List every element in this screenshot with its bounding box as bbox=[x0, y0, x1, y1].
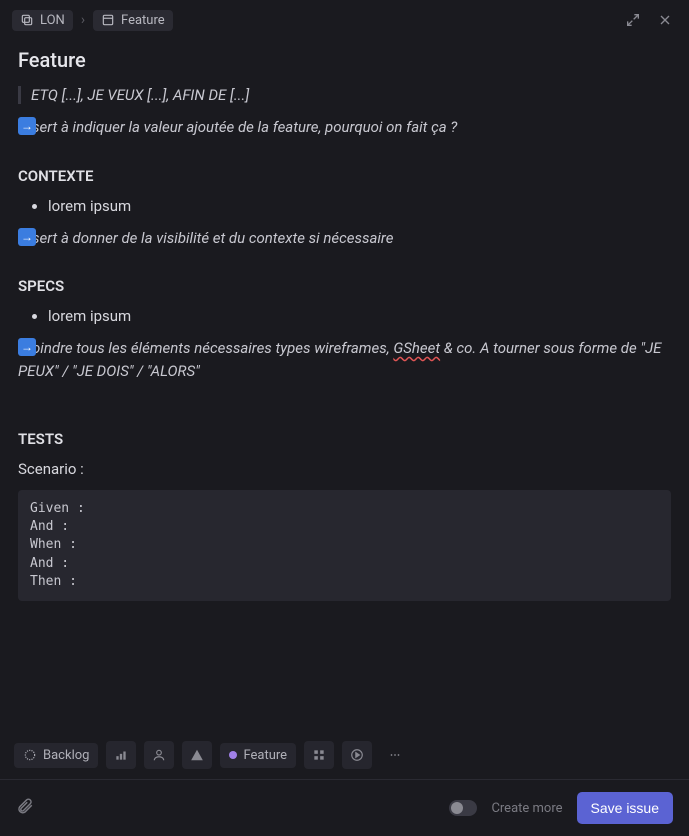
warning-icon bbox=[190, 748, 204, 762]
intro-note-text: sert à indiquer la valeur ajoutée de la … bbox=[32, 118, 457, 136]
specs-note[interactable]: oindre tous les éléments nécessaires typ… bbox=[18, 337, 671, 382]
create-more-toggle[interactable] bbox=[449, 800, 477, 816]
specs-list[interactable]: lorem ipsum bbox=[18, 307, 671, 325]
backlog-icon bbox=[23, 748, 37, 762]
close-button[interactable] bbox=[653, 8, 677, 32]
breadcrumb-template[interactable]: Feature bbox=[93, 10, 173, 31]
contexte-list[interactable]: lorem ipsum bbox=[18, 197, 671, 215]
arrow-emoji-icon bbox=[18, 338, 36, 356]
dependency-button[interactable] bbox=[304, 741, 334, 769]
template-icon bbox=[101, 13, 115, 27]
label-text: Feature bbox=[243, 748, 287, 763]
breadcrumb-workspace[interactable]: LON bbox=[12, 10, 73, 31]
close-icon bbox=[657, 12, 673, 28]
contexte-note-text: sert à donner de la visibilité et du con… bbox=[32, 229, 393, 247]
intro-note[interactable]: sert à indiquer la valeur ajoutée de la … bbox=[18, 116, 671, 139]
list-item[interactable]: lorem ipsum bbox=[48, 197, 671, 215]
project-button[interactable] bbox=[182, 741, 212, 769]
priority-icon bbox=[114, 748, 128, 762]
status-label: Backlog bbox=[43, 748, 89, 763]
dots-icon bbox=[388, 748, 402, 762]
grid-icon bbox=[312, 748, 326, 762]
status-pill[interactable]: Backlog bbox=[14, 743, 98, 768]
specs-note-pre: oindre tous les éléments nécessaires typ… bbox=[32, 339, 393, 357]
tests-heading[interactable]: TESTS bbox=[18, 430, 671, 448]
scenario-codeblock[interactable]: Given : And : When : And : Then : bbox=[18, 490, 671, 601]
breadcrumb-bar: LON › Feature bbox=[0, 0, 689, 40]
save-issue-button[interactable]: Save issue bbox=[577, 792, 673, 824]
properties-bar: Backlog Feature bbox=[0, 730, 689, 779]
create-more-label: Create more bbox=[491, 801, 562, 816]
template-label: Feature bbox=[121, 13, 165, 28]
scenario-label[interactable]: Scenario : bbox=[18, 460, 671, 478]
user-icon bbox=[152, 748, 166, 762]
page-title[interactable]: Feature bbox=[18, 48, 671, 72]
copy-icon bbox=[20, 13, 34, 27]
arrow-emoji-icon bbox=[18, 117, 36, 135]
more-button[interactable] bbox=[380, 741, 410, 769]
user-story-quote[interactable]: ETQ [...], JE VEUX [...], AFIN DE [...] bbox=[18, 86, 671, 104]
arrow-emoji-icon bbox=[18, 228, 36, 246]
play-circle-icon bbox=[350, 748, 364, 762]
label-dot-icon bbox=[229, 751, 237, 759]
editor-content[interactable]: Feature ETQ [...], JE VEUX [...], AFIN D… bbox=[0, 40, 689, 730]
assignee-button[interactable] bbox=[144, 741, 174, 769]
workspace-label: LON bbox=[40, 13, 65, 28]
specs-note-link[interactable]: GSheet bbox=[393, 339, 440, 357]
expand-button[interactable] bbox=[621, 8, 645, 32]
contexte-note[interactable]: sert à donner de la visibilité et du con… bbox=[18, 227, 671, 250]
specs-heading[interactable]: SPECS bbox=[18, 277, 671, 295]
cycle-button[interactable] bbox=[342, 741, 372, 769]
paperclip-icon bbox=[16, 797, 34, 815]
expand-icon bbox=[625, 12, 641, 28]
priority-button[interactable] bbox=[106, 741, 136, 769]
list-item[interactable]: lorem ipsum bbox=[48, 307, 671, 325]
label-pill[interactable]: Feature bbox=[220, 743, 296, 768]
breadcrumb-separator: › bbox=[81, 12, 85, 28]
contexte-heading[interactable]: CONTEXTE bbox=[18, 167, 671, 185]
attach-button[interactable] bbox=[16, 797, 34, 819]
footer-bar: Create more Save issue bbox=[0, 779, 689, 836]
